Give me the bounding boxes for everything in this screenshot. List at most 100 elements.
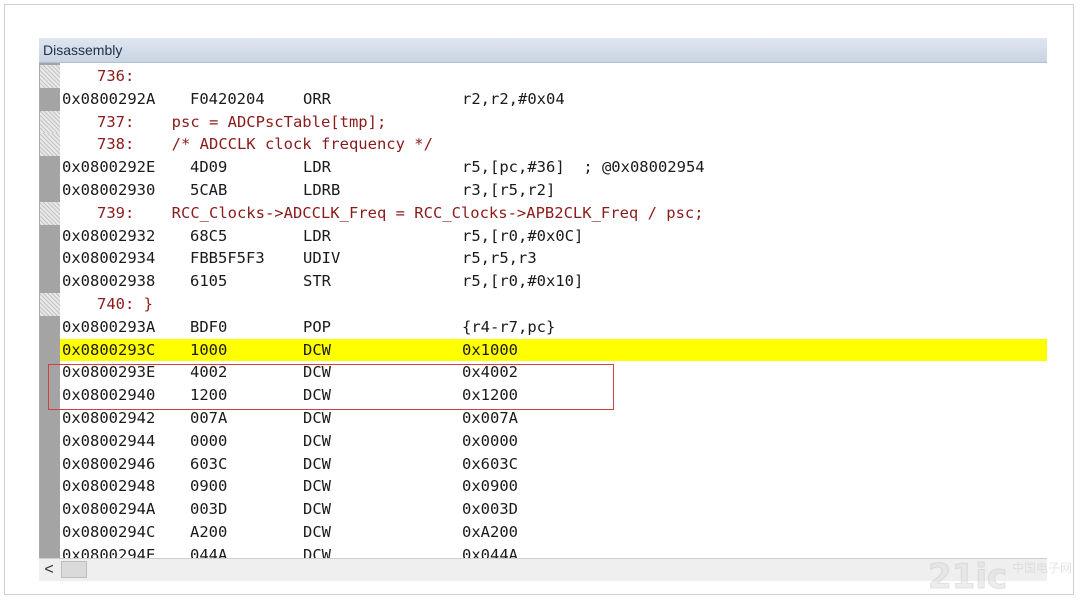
line-gutter-cell[interactable] [40, 110, 60, 134]
asm-line[interactable]: 0x08002944 0000 DCW 0x0000 [40, 429, 1047, 453]
operands: 0xA200 [462, 522, 518, 541]
opcode: 1000 [190, 340, 228, 359]
mnemonic: DCW [303, 477, 331, 496]
address: 0x08002948 [62, 477, 156, 496]
source-line[interactable]: 736: [40, 65, 1047, 88]
watermark-text: 21ic [928, 557, 1007, 596]
opcode: BDF0 [190, 317, 228, 336]
line-gutter-cell[interactable] [40, 133, 60, 157]
opcode: 1200 [190, 386, 228, 405]
opcode: 044A [190, 545, 228, 558]
operands: 0x4002 [462, 363, 518, 382]
asm-line[interactable]: 0x08002940 1200 DCW 0x1200 [40, 384, 1047, 407]
asm-line[interactable]: 0x0800293C 1000 DCW 0x1000 [40, 338, 1047, 362]
horizontal-scrollbar[interactable]: < [39, 558, 1047, 581]
asm-line[interactable]: 0x08002946 603C DCW 0x603C [40, 452, 1047, 476]
scroll-left-icon[interactable]: < [39, 559, 59, 581]
operands: r5,r5,r3 [462, 249, 537, 268]
opcode: 4D09 [190, 158, 228, 177]
asm-line[interactable]: 0x08002938 6105 STR r5,[r0,#0x10] [40, 270, 1047, 293]
line-gutter-cell[interactable] [40, 224, 60, 248]
address: 0x08002930 [62, 180, 156, 199]
asm-line[interactable]: 0x0800294E 044A DCW 0x044A [40, 543, 1047, 558]
disassembly-pane[interactable]: 736: 0x0800292A F0420204 ORR r2,r2,#0x04 737:… [39, 63, 1047, 558]
screenshot-frame: Disassembly 736: 0x0800292A F0420204 ORR r2,… [4, 4, 1074, 595]
operands: r2,r2,#0x04 [462, 89, 565, 108]
source-text: 739: RCC_Clocks->ADCCLK_Freq = RCC_Clock… [97, 203, 704, 222]
line-gutter-cell[interactable] [40, 270, 60, 293]
source-text: 738: /* ADCCLK clock frequency */ [97, 135, 433, 154]
operands: r5,[r0,#0x10] [462, 272, 584, 291]
opcode: 007A [190, 408, 228, 427]
line-gutter-cell[interactable] [40, 384, 60, 407]
opcode: 0000 [190, 431, 228, 450]
address: 0x08002946 [62, 454, 156, 473]
operands: {r4-r7,pc} [462, 317, 556, 336]
asm-line[interactable]: 0x08002930 5CAB LDRB r3,[r5,r2] [40, 178, 1047, 202]
opcode: 4002 [190, 363, 228, 382]
source-text: 740: } [97, 294, 153, 313]
opcode: 0900 [190, 477, 228, 496]
line-gutter-cell[interactable] [40, 338, 60, 362]
disassembly-window: Disassembly 736: 0x0800292A F0420204 ORR r2,… [39, 38, 1047, 583]
asm-line[interactable]: 0x0800292A F0420204 ORR r2,r2,#0x04 [40, 87, 1047, 111]
mnemonic: DCW [303, 500, 331, 519]
asm-line[interactable]: 0x0800294A 003D DCW 0x003D [40, 498, 1047, 521]
operands: 0x003D [462, 500, 518, 519]
address: 0x0800294C [62, 522, 156, 541]
address: 0x08002944 [62, 431, 156, 450]
opcode: 003D [190, 500, 228, 519]
line-gutter-cell[interactable] [40, 156, 60, 179]
line-gutter-cell[interactable] [40, 178, 60, 202]
line-gutter-cell[interactable] [40, 429, 60, 453]
asm-line[interactable]: 0x0800294C A200 DCW 0xA200 [40, 520, 1047, 544]
line-gutter-cell[interactable] [40, 452, 60, 476]
line-gutter-cell[interactable] [40, 292, 60, 316]
source-line[interactable]: 739: RCC_Clocks->ADCCLK_Freq = RCC_Clock… [40, 201, 1047, 225]
operands: 0x1000 [462, 340, 518, 359]
opcode: 603C [190, 454, 228, 473]
asm-line[interactable]: 0x08002934 FBB5F5F3 UDIV r5,r5,r3 [40, 247, 1047, 271]
line-gutter-cell[interactable] [40, 201, 60, 225]
address: 0x0800294A [62, 500, 156, 519]
source-text: 736: [97, 67, 135, 85]
mnemonic: LDR [303, 226, 331, 245]
mnemonic: POP [303, 317, 331, 336]
line-gutter-cell[interactable] [40, 543, 60, 558]
scrollbar-thumb[interactable] [61, 561, 87, 578]
line-gutter-cell[interactable] [40, 361, 60, 385]
mnemonic: DCW [303, 363, 331, 382]
operands: 0x044A [462, 545, 518, 558]
address: 0x08002938 [62, 272, 156, 291]
address: 0x08002940 [62, 386, 156, 405]
line-gutter-cell[interactable] [40, 247, 60, 271]
asm-line[interactable]: 0x08002948 0900 DCW 0x0900 [40, 475, 1047, 499]
opcode: F0420204 [190, 89, 265, 108]
line-gutter-cell[interactable] [40, 475, 60, 499]
asm-line[interactable]: 0x08002942 007A DCW 0x007A [40, 406, 1047, 430]
asm-line[interactable]: 0x0800293A BDF0 POP {r4-r7,pc} [40, 315, 1047, 339]
address: 0x0800292E [62, 158, 156, 177]
asm-line[interactable]: 0x0800293E 4002 DCW 0x4002 [40, 361, 1047, 385]
operands: 0x007A [462, 408, 518, 427]
source-text: 737: psc = ADCPscTable[tmp]; [97, 112, 387, 131]
asm-line[interactable]: 0x0800292E 4D09 LDR r5,[pc,#36] ; @0x080029… [40, 156, 1047, 179]
source-line[interactable]: 740: } [40, 292, 1047, 316]
line-gutter-cell[interactable] [40, 406, 60, 430]
line-gutter-cell[interactable] [40, 315, 60, 339]
mnemonic: LDRB [303, 180, 341, 199]
operands: 0x603C [462, 454, 518, 473]
line-gutter-cell[interactable] [40, 65, 60, 88]
mnemonic: DCW [303, 408, 331, 427]
mnemonic: DCW [303, 545, 331, 558]
mnemonic: DCW [303, 386, 331, 405]
line-gutter-cell[interactable] [40, 498, 60, 521]
address: 0x08002932 [62, 226, 156, 245]
asm-line[interactable]: 0x08002932 68C5 LDR r5,[r0,#0x0C] [40, 224, 1047, 248]
source-line[interactable]: 738: /* ADCCLK clock frequency */ [40, 133, 1047, 157]
source-line[interactable]: 737: psc = ADCPscTable[tmp]; [40, 110, 1047, 134]
line-gutter-cell[interactable] [40, 520, 60, 544]
opcode: 68C5 [190, 226, 228, 245]
operands: r5,[pc,#36] ; @0x08002954 [462, 158, 705, 177]
line-gutter-cell[interactable] [40, 87, 60, 111]
